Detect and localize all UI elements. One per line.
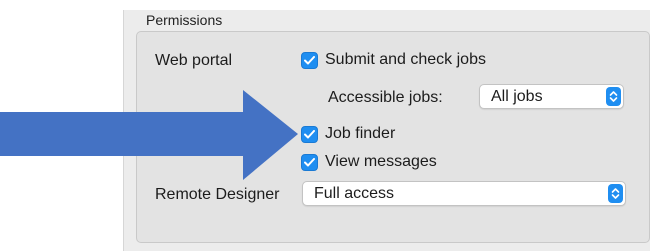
arrow-right-icon [0,90,298,180]
